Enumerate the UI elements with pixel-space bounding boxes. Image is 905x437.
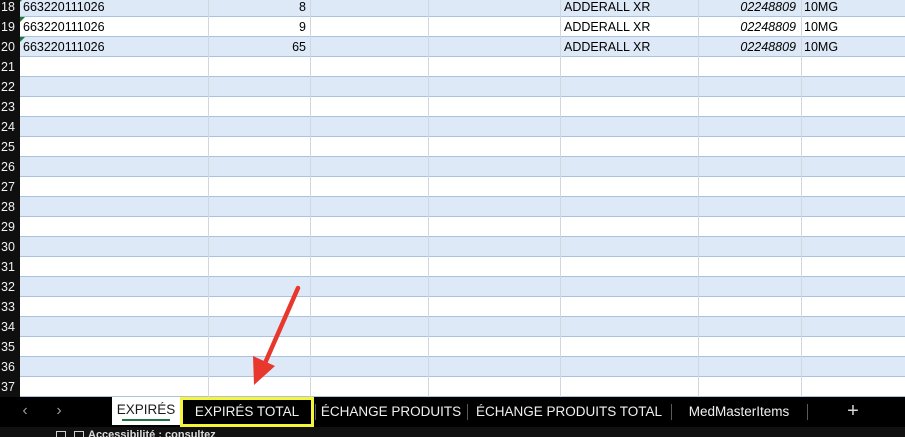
table-row[interactable]: 31 [0, 257, 905, 277]
row-header[interactable]: 18 [0, 0, 20, 17]
error-indicator-icon[interactable] [20, 0, 25, 2]
chevron-left-icon[interactable]: ‹ [14, 397, 36, 427]
table-row[interactable]: 37 [0, 377, 905, 397]
row-header[interactable]: 30 [0, 237, 20, 257]
cell-product-code[interactable]: 663220111026 [23, 17, 203, 37]
column-divider [310, 0, 311, 397]
view-icon[interactable] [56, 431, 66, 437]
cell-din[interactable]: 02248809 [700, 0, 796, 17]
error-indicator-icon[interactable] [20, 37, 25, 42]
cell-product-code[interactable]: 663220111026 [23, 0, 203, 17]
cell-quantity[interactable]: 8 [210, 0, 306, 17]
column-divider [560, 0, 561, 397]
row-header[interactable]: 20 [0, 37, 20, 57]
tab-expires-total[interactable]: EXPIRÉS TOTAL [180, 397, 314, 427]
accessibility-status[interactable]: Accessibilité : consultez [88, 429, 216, 437]
row-header[interactable]: 21 [0, 57, 20, 77]
active-tab-underline [122, 419, 170, 421]
column-divider [801, 0, 802, 397]
table-row[interactable]: 29 [0, 217, 905, 237]
accessibility-icon[interactable] [74, 431, 84, 437]
table-row[interactable]: 18 663220111026 8 ADDERALL XR 02248809 1… [0, 0, 905, 17]
table-row[interactable]: 32 [0, 277, 905, 297]
tab-label: EXPIRÉS [116, 402, 176, 417]
cell-strength[interactable]: 10MG [804, 17, 894, 37]
chevron-right-icon[interactable]: › [48, 397, 70, 427]
row-header[interactable]: 28 [0, 197, 20, 217]
error-indicator-icon[interactable] [20, 17, 25, 22]
tab-medmasteritems[interactable]: MedMasterItems [672, 397, 806, 427]
table-row[interactable]: 27 [0, 177, 905, 197]
status-bar: Accessibilité : consultez [0, 427, 905, 437]
table-row[interactable]: 28 [0, 197, 905, 217]
row-header[interactable]: 31 [0, 257, 20, 277]
row-header[interactable]: 24 [0, 117, 20, 137]
row-header[interactable]: 22 [0, 77, 20, 97]
tab-expires[interactable]: EXPIRÉS [112, 397, 180, 425]
cell-quantity[interactable]: 9 [210, 17, 306, 37]
spreadsheet-grid[interactable]: 18 663220111026 8 ADDERALL XR 02248809 1… [0, 0, 905, 397]
table-row[interactable]: 21 [0, 57, 905, 77]
row-header[interactable]: 37 [0, 377, 20, 397]
table-row[interactable]: 25 [0, 137, 905, 157]
row-header[interactable]: 32 [0, 277, 20, 297]
column-divider [428, 0, 429, 397]
table-row[interactable]: 36 [0, 357, 905, 377]
table-row[interactable]: 33 [0, 297, 905, 317]
tab-echange-produits-total[interactable]: ÉCHANGE PRODUITS TOTAL [468, 397, 670, 427]
tab-label: ÉCHANGE PRODUITS TOTAL [475, 404, 663, 419]
cell-strength[interactable]: 10MG [804, 37, 894, 57]
sheet-tab-bar: ‹ › EXPIRÉS EXPIRÉS TOTAL ÉCHANGE PRODUI… [0, 397, 905, 427]
table-row[interactable]: 22 [0, 77, 905, 97]
table-row[interactable]: 19 663220111026 9 ADDERALL XR 02248809 1… [0, 17, 905, 37]
table-row[interactable]: 26 [0, 157, 905, 177]
add-sheet-button[interactable]: + [842, 397, 864, 427]
cell-strength[interactable]: 10MG [804, 0, 894, 17]
tab-label: ÉCHANGE PRODUITS [320, 404, 462, 419]
row-header[interactable]: 26 [0, 157, 20, 177]
row-header[interactable]: 33 [0, 297, 20, 317]
cell-din[interactable]: 02248809 [700, 17, 796, 37]
cell-din[interactable]: 02248809 [700, 37, 796, 57]
tab-separator [807, 404, 808, 420]
tab-echange-produits[interactable]: ÉCHANGE PRODUITS [316, 397, 466, 427]
tab-label: MedMasterItems [688, 404, 790, 419]
table-row[interactable]: 34 [0, 317, 905, 337]
row-header[interactable]: 29 [0, 217, 20, 237]
row-header[interactable]: 35 [0, 337, 20, 357]
row-header[interactable]: 23 [0, 97, 20, 117]
table-row[interactable]: 20 663220111026 65 ADDERALL XR 02248809 … [0, 37, 905, 57]
row-header[interactable]: 27 [0, 177, 20, 197]
row-header[interactable]: 36 [0, 357, 20, 377]
cell-quantity[interactable]: 65 [210, 37, 306, 57]
tab-label: EXPIRÉS TOTAL [194, 404, 300, 419]
cell-product-code[interactable]: 663220111026 [23, 37, 203, 57]
row-header[interactable]: 25 [0, 137, 20, 157]
row-header[interactable]: 19 [0, 17, 20, 37]
table-row[interactable]: 24 [0, 117, 905, 137]
table-row[interactable]: 35 [0, 337, 905, 357]
column-divider [208, 0, 209, 397]
row-header[interactable]: 34 [0, 317, 20, 337]
table-row[interactable]: 23 [0, 97, 905, 117]
table-row[interactable]: 30 [0, 237, 905, 257]
column-divider [698, 0, 699, 397]
